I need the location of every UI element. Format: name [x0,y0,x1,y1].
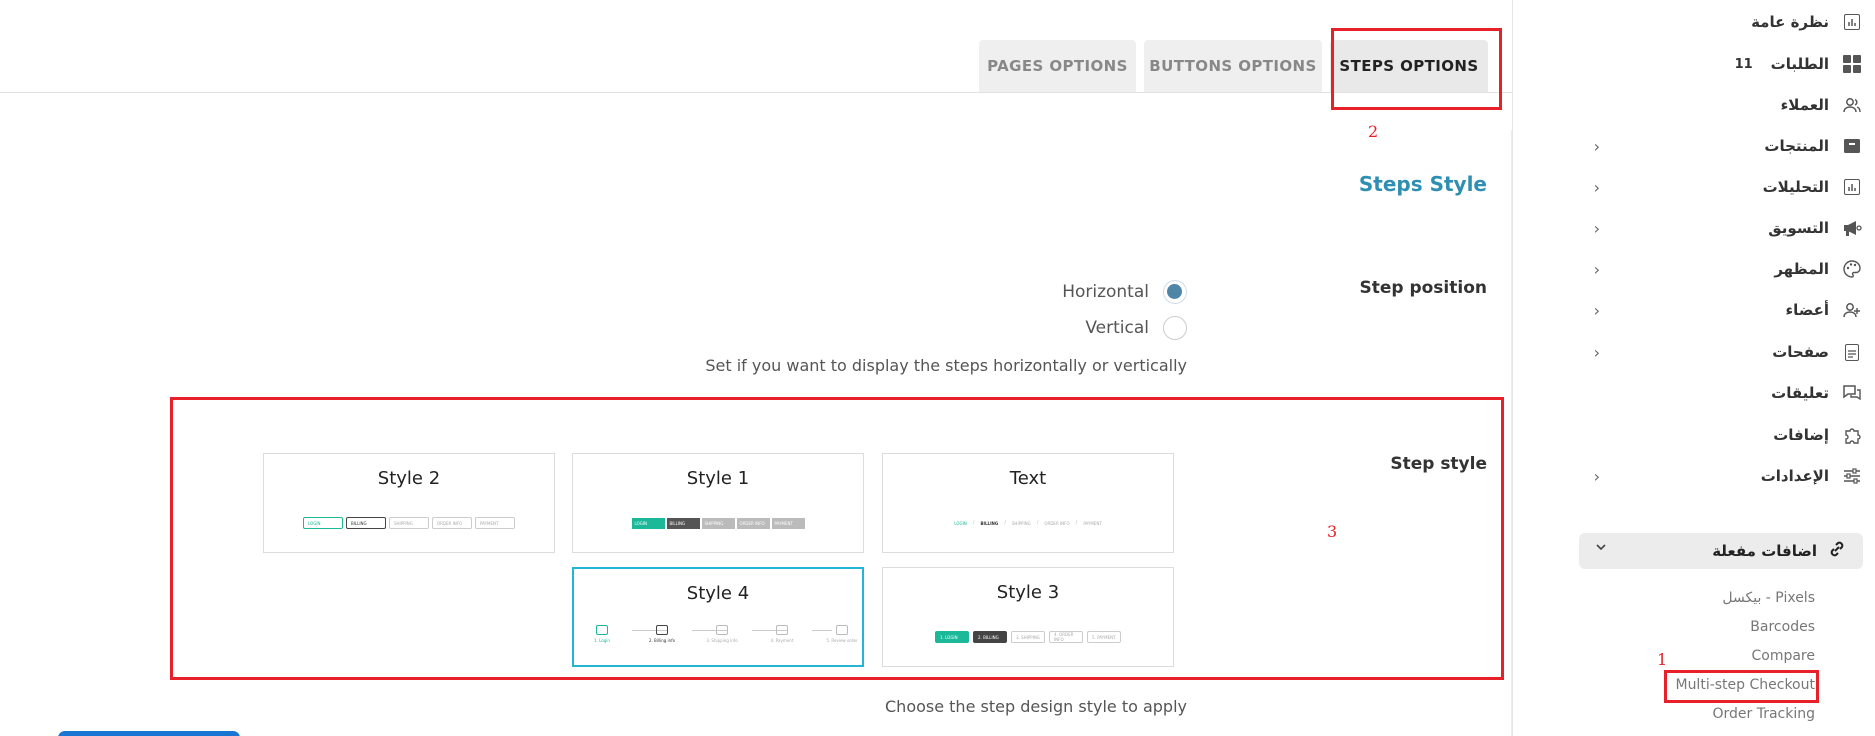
analytics-chart-icon [1841,176,1863,198]
radio-horizontal[interactable] [1163,280,1187,304]
settings-sliders-icon [1841,465,1863,487]
annotation-number-1: 1 [1657,650,1668,669]
annotation-number-2: 2 [1368,122,1379,141]
sidebar-group-active-addons[interactable]: اضافات مفعلة [1579,533,1863,569]
step-style-help: Choose the step design style to apply [885,697,1187,716]
tab-buttons-options[interactable]: BUTTONS OPTIONS [1144,40,1322,92]
sidebar-item-analytics[interactable]: التحليلات ‹ [1573,167,1863,207]
radio-label: Horizontal [1062,282,1149,302]
addons-puzzle-icon [1841,424,1863,446]
chevron-left-icon[interactable]: ‹ [1590,301,1600,320]
marketing-megaphone-icon [1841,217,1863,239]
sidebar-item-label: تعليقات [1771,384,1829,402]
sidebar-item-pages[interactable]: صفحات ‹ [1573,332,1863,372]
step-position-help: Set if you want to display the steps hor… [705,356,1187,375]
members-icon [1841,299,1863,321]
overview-chart-icon [1841,11,1863,33]
comments-icon [1841,382,1863,404]
content-right-border [1511,130,1512,736]
radio-label: Vertical [1085,318,1149,338]
sidebar-item-customers[interactable]: العملاء [1573,85,1863,125]
tab-pages-options[interactable]: PAGES OPTIONS [979,40,1136,92]
sidebar-item-overview[interactable]: نظرة عامة [1573,2,1863,42]
floating-button-edge[interactable] [58,731,240,736]
sidebar-item-label: المظهر [1774,260,1829,278]
annotation-box-step-style [170,397,1504,680]
sidebar-item-appearance[interactable]: المظهر ‹ [1573,249,1863,289]
orders-grid-icon [1841,53,1863,75]
chevron-down-icon[interactable] [1595,541,1607,557]
chevron-left-icon[interactable]: ‹ [1590,137,1600,156]
appearance-palette-icon [1841,258,1863,280]
sidebar-item-addons[interactable]: إضافات [1573,415,1863,455]
customers-icon [1841,94,1863,116]
radio-option-horizontal[interactable]: Horizontal [1062,278,1187,306]
tabs-divider [0,92,1512,93]
sidebar-item-label: المنتجات [1764,137,1829,155]
annotation-number-3: 3 [1327,522,1338,541]
sidebar-item-label: أعضاء [1785,301,1829,319]
orders-count-badge: 11 [1734,56,1753,72]
sidebar-item-label: إضافات [1773,426,1829,444]
sidebar-item-marketing[interactable]: التسويق ‹ [1573,208,1863,248]
step-position-label: Step position [1359,278,1487,298]
sidebar-item-orders[interactable]: الطلبات 11 [1573,44,1863,84]
app-root: نظرة عامة الطلبات 11 العملاء المنتجات ‹ … [0,0,1875,736]
sidebar-group-label: اضافات مفعلة [1712,542,1817,560]
chevron-left-icon[interactable]: ‹ [1590,260,1600,279]
radio-vertical[interactable] [1163,316,1187,340]
sidebar-subitem-pixels[interactable]: بيكسل - Pixels [1722,590,1815,606]
sidebar-item-label: العملاء [1780,96,1829,114]
sidebar-item-label: التسويق [1768,219,1829,237]
sidebar-item-label: التحليلات [1762,178,1829,196]
pages-document-icon [1841,341,1863,363]
products-box-icon [1841,135,1863,157]
sidebar-item-settings[interactable]: الإعدادات ‹ [1573,456,1863,496]
annotation-box-steps-tab [1331,28,1502,110]
sidebar: نظرة عامة الطلبات 11 العملاء المنتجات ‹ … [1512,0,1875,736]
chevron-left-icon[interactable]: ‹ [1590,178,1600,197]
chevron-left-icon[interactable]: ‹ [1590,219,1600,238]
sidebar-subitem-compare[interactable]: Compare [1751,648,1815,664]
sidebar-item-label: الطلبات [1770,55,1829,73]
sidebar-subitem-order-tracking[interactable]: Order Tracking [1712,706,1815,722]
sidebar-subitem-barcodes[interactable]: Barcodes [1750,619,1815,635]
sidebar-item-label: الإعدادات [1760,467,1829,485]
annotation-box-multi-step-checkout [1664,670,1819,703]
radio-option-vertical[interactable]: Vertical [1085,314,1187,342]
sidebar-item-products[interactable]: المنتجات ‹ [1573,126,1863,166]
section-title: Steps Style [1358,172,1487,196]
link-icon [1827,539,1847,564]
chevron-left-icon[interactable]: ‹ [1590,343,1600,362]
sidebar-item-members[interactable]: أعضاء ‹ [1573,290,1863,330]
sidebar-item-comments[interactable]: تعليقات [1573,373,1863,413]
chevron-left-icon[interactable]: ‹ [1590,467,1600,486]
sidebar-item-label: صفحات [1772,343,1829,361]
sidebar-item-label: نظرة عامة [1751,13,1829,31]
